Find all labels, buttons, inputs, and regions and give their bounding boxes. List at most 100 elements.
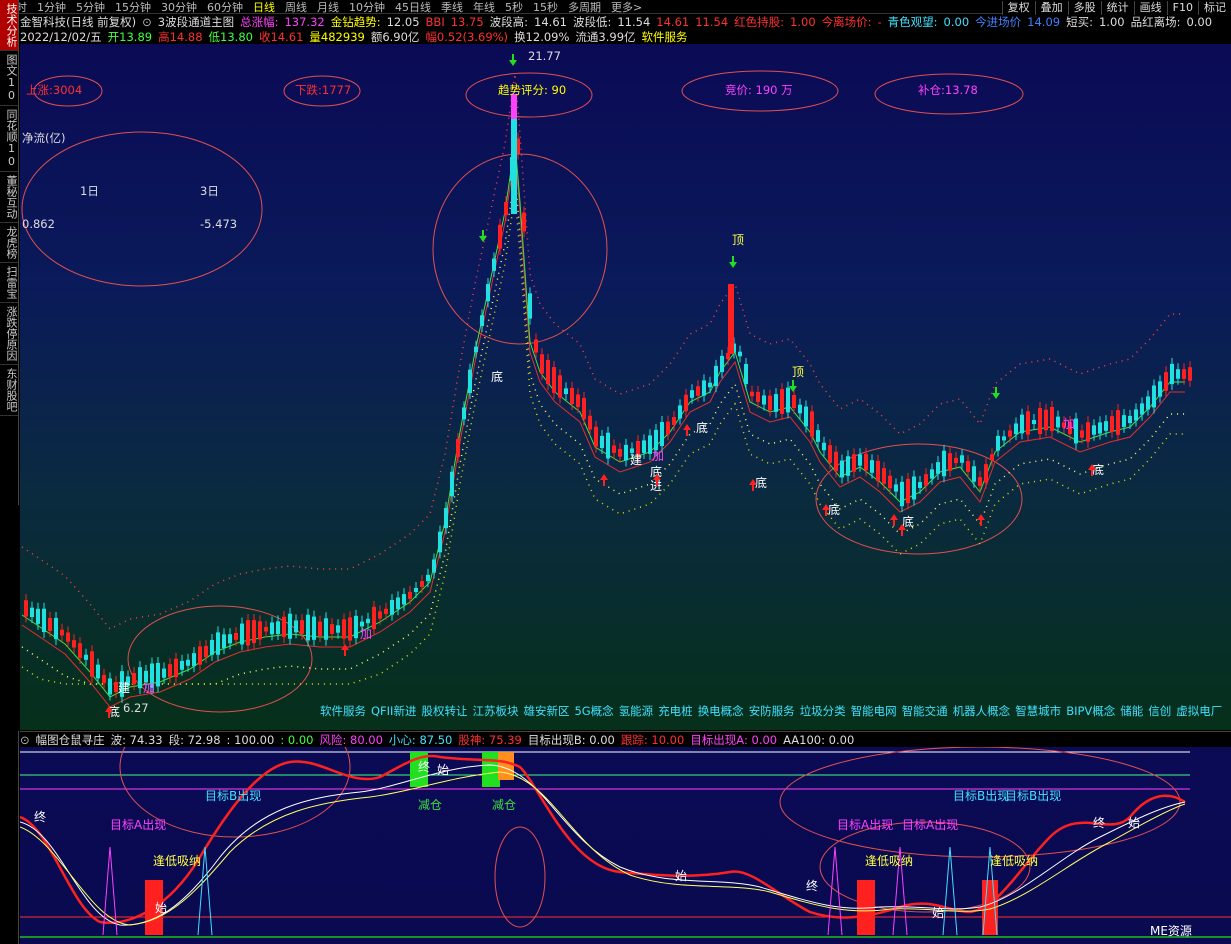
candle-body xyxy=(666,421,670,435)
sidebar-item-3[interactable]: 董秘互动 xyxy=(0,172,18,223)
candle-body xyxy=(906,478,910,504)
candle-body xyxy=(912,476,916,500)
period-tab-16[interactable]: 更多> xyxy=(606,1,647,13)
candle-body xyxy=(558,375,562,398)
tool-tab-5[interactable]: F10 xyxy=(1166,1,1198,15)
candle-body xyxy=(918,482,922,488)
indicator-main-line xyxy=(20,754,1186,924)
bid-label: 竞价: 190 万 xyxy=(725,83,793,97)
period-tab-14[interactable]: 15秒 xyxy=(528,1,563,13)
chart-mark-di: 底 xyxy=(491,369,503,384)
indicator-label-fengdi: 逢低吸纳 xyxy=(990,854,1038,868)
concept-tag: 充电桩 xyxy=(658,704,693,717)
candle-body xyxy=(420,581,424,587)
bottom_bar-item-0: ⊙ xyxy=(20,733,30,747)
info2-item-3: 低13.80 xyxy=(208,30,253,44)
candle-body xyxy=(36,608,40,624)
info1-item-21: 今进场价 xyxy=(975,15,1022,29)
period-tab-3[interactable]: 15分钟 xyxy=(110,1,156,13)
period-tab-5[interactable]: 60分钟 xyxy=(202,1,248,13)
period-tab-12[interactable]: 年线 xyxy=(468,1,500,13)
candle-body xyxy=(822,442,826,451)
candle-body xyxy=(1152,385,1156,408)
tool-tab-3[interactable]: 统计 xyxy=(1100,1,1134,15)
sell-arrow-icon xyxy=(729,256,737,268)
period-tab-2[interactable]: 5分钟 xyxy=(71,1,110,13)
candle-body xyxy=(132,673,136,685)
candle-body xyxy=(390,599,394,615)
sidebar-item-6[interactable]: 涨跌停原因 xyxy=(0,303,18,365)
sidebar-item-0[interactable]: 技术分析 xyxy=(0,0,18,51)
chart-mark-jia: 加 xyxy=(652,449,664,463)
candle-body xyxy=(954,457,958,464)
candle-body xyxy=(1086,422,1090,442)
info2-item-5: 量482939 xyxy=(309,30,365,44)
indicator-label-target_a: 目标A出现 xyxy=(837,818,893,832)
info1-item-10: 14.61 xyxy=(534,15,567,29)
sidebar-item-4[interactable]: 龙虎榜 xyxy=(0,223,18,263)
candle-body xyxy=(198,646,202,665)
period-tab-8[interactable]: 月线 xyxy=(312,1,344,13)
period-tab-13[interactable]: 5秒 xyxy=(500,1,528,13)
info1-item-9: 波段高: xyxy=(489,15,529,29)
tool-tab-4[interactable]: 画线 xyxy=(1133,1,1167,15)
info2-item-6: 额6.90亿 xyxy=(370,30,420,44)
indicator-label-target_b: 目标B出现 xyxy=(1005,789,1061,803)
concept-tag: 智慧城市 xyxy=(1015,704,1062,717)
sidebar-item-1[interactable]: 图文10 xyxy=(0,51,18,106)
period-tab-15[interactable]: 多周期 xyxy=(563,1,606,13)
candle-body xyxy=(156,662,160,687)
main-kline-chart[interactable]: 底底底底底底底底顶顶加加加加进建建 上涨:3004 下跌:1777 趋势评分: … xyxy=(20,44,1231,730)
period-tab-9[interactable]: 10分钟 xyxy=(344,1,390,13)
candle-body xyxy=(468,369,472,394)
tool-tab-1[interactable]: 叠加 xyxy=(1034,1,1068,15)
candle-body xyxy=(1044,409,1048,431)
period-tab-1[interactable]: 1分钟 xyxy=(32,1,71,13)
tool-tab-0[interactable]: 复权 xyxy=(1001,1,1035,15)
period-tab-11[interactable]: 季线 xyxy=(436,1,468,13)
candle-body xyxy=(714,365,718,387)
candle-body xyxy=(900,481,904,507)
tool-tab-6[interactable]: 标记 xyxy=(1198,1,1231,15)
sidebar-item-2[interactable]: 同花顺10 xyxy=(0,106,18,172)
concept-tag: 信创 xyxy=(1148,704,1172,717)
chart-mark-jian: 建 xyxy=(630,453,642,467)
candle-body xyxy=(492,258,496,271)
candle-body xyxy=(972,466,976,482)
candle-body xyxy=(876,460,880,482)
info1-item-24: 1.00 xyxy=(1098,15,1125,29)
candle-body xyxy=(1008,430,1012,437)
candle-body xyxy=(528,293,532,319)
candle-body xyxy=(1032,419,1036,425)
candle-body xyxy=(78,643,82,658)
period-tab-10[interactable]: 45日线 xyxy=(390,1,436,13)
candle-body xyxy=(996,435,1000,451)
highlight-ellipse xyxy=(494,826,546,928)
sidebar-item-7[interactable]: 东财股吧 xyxy=(0,365,18,416)
period-tab-4[interactable]: 30分钟 xyxy=(156,1,202,13)
candle-body xyxy=(600,435,604,449)
candle-body xyxy=(414,587,418,593)
info1-item-11: 波段低: xyxy=(572,15,612,29)
sidebar-item-5[interactable]: 扫雷宝 xyxy=(0,263,18,303)
candle-body xyxy=(678,405,682,419)
candle-body xyxy=(1116,410,1120,435)
info1-item-5: 金钻趋势: xyxy=(330,15,381,29)
candle-body xyxy=(180,660,184,670)
netflow-1day-value: 0.862 xyxy=(22,217,55,231)
trend-score-label: 趋势评分: 90 xyxy=(498,83,567,97)
candle-body xyxy=(96,664,100,679)
candle-body xyxy=(828,445,832,463)
info1-item-19: 青色观望: xyxy=(887,15,938,29)
tool-tab-2[interactable]: 多股 xyxy=(1067,1,1101,15)
concept-tag: 股权转让 xyxy=(421,704,468,717)
period-tab-6[interactable]: 日线 xyxy=(248,1,280,13)
candle-body xyxy=(486,284,490,302)
chart-mark-ding: 顶 xyxy=(732,233,744,247)
candle-body xyxy=(546,359,550,385)
candle-body xyxy=(324,618,328,640)
candle-body xyxy=(930,469,934,479)
candle-body xyxy=(594,426,598,447)
sub-indicator-chart[interactable]: 减仓 减仓 目标B出现 目标B出现 目标B出现 目标A出现 目标A出现 目标A出现 逢低吸纳 逢低… xyxy=(20,747,1231,944)
period-tab-7[interactable]: 周线 xyxy=(280,1,312,13)
